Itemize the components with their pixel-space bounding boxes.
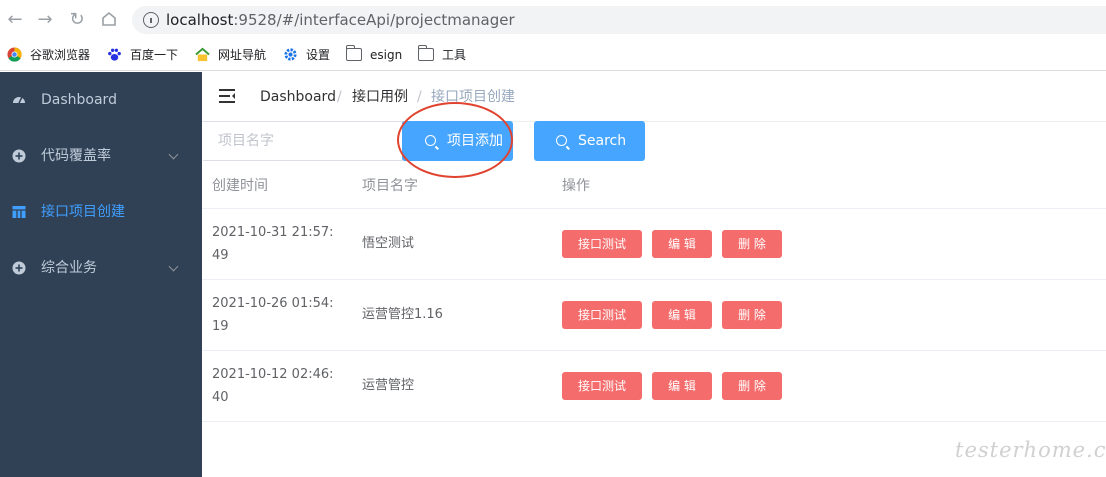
bookmarks-bar: 谷歌浏览器 百度一下 网址导航 设置 esign 工具 (0, 40, 1106, 71)
sidebar-item-business[interactable]: 综合业务 (0, 240, 202, 296)
circle-plus-icon (12, 149, 26, 163)
edit-button[interactable]: 编 辑 (652, 372, 712, 400)
sidebar: Dashboard 代码覆盖率 接口项目创建 综合业务 (0, 72, 202, 477)
interface-test-button[interactable]: 接口测试 (562, 301, 642, 329)
delete-button[interactable]: 删 除 (722, 372, 782, 400)
created-time: 2021-10-26 01:54:19 (212, 296, 334, 334)
column-header-name: 项目名字 (362, 178, 418, 194)
search-button[interactable]: Search (534, 121, 645, 161)
address-bar[interactable]: localhost:9528/#/interfaceApi/projectman… (132, 6, 1106, 34)
sidebar-item-project-create[interactable]: 接口项目创建 (0, 184, 202, 240)
chevron-down-icon (168, 261, 179, 272)
created-time: 2021-10-31 21:57:49 (212, 225, 334, 263)
sidebar-item-label: 接口项目创建 (41, 204, 125, 220)
project-name: 悟空测试 (362, 236, 415, 251)
bookmark-esign[interactable]: esign (345, 45, 402, 64)
forward-icon[interactable]: → (35, 10, 55, 30)
baidu-paw-icon (108, 48, 121, 61)
column-header-actions: 操作 (562, 178, 590, 194)
sidebar-item-dashboard[interactable]: Dashboard (0, 72, 202, 128)
circle-plus-icon (12, 261, 26, 275)
folder-icon (345, 45, 362, 61)
back-icon[interactable]: ← (5, 10, 25, 30)
project-name: 运营管控1.16 (362, 307, 443, 322)
search-icon (425, 135, 436, 146)
bookmark-settings[interactable]: 设置 (283, 46, 330, 64)
edit-button[interactable]: 编 辑 (652, 230, 712, 258)
delete-button[interactable]: 删 除 (722, 301, 782, 329)
sidebar-item-coverage[interactable]: 代码覆盖率 (0, 128, 202, 184)
project-name-input[interactable] (203, 121, 403, 161)
breadcrumb-interface-cases[interactable]: 接口用例 (352, 87, 408, 107)
chevron-down-icon (168, 149, 179, 160)
info-icon[interactable] (143, 12, 159, 28)
house-2345-icon (195, 47, 210, 62)
navbar: Dashboard / 接口用例 / 接口项目创建 (202, 72, 1106, 122)
bookmark-2345[interactable]: 网址导航 (195, 46, 266, 64)
add-project-button[interactable]: 项目添加 (402, 121, 513, 161)
chrome-icon (7, 47, 22, 62)
reload-icon[interactable]: ↻ (67, 10, 87, 30)
search-icon (556, 135, 567, 146)
gear-icon (284, 48, 297, 61)
breadcrumb-current: 接口项目创建 (431, 89, 515, 105)
home-icon[interactable] (99, 10, 119, 30)
interface-test-button[interactable]: 接口测试 (562, 372, 642, 400)
url-path: :9528/#/interfaceApi/projectmanager (233, 11, 515, 29)
interface-test-button[interactable]: 接口测试 (562, 230, 642, 258)
breadcrumb-dashboard[interactable]: Dashboard (260, 87, 336, 107)
sidebar-item-label: 综合业务 (41, 260, 97, 276)
browser-toolbar: ← → ↻ localhost:9528/#/interfaceApi/proj… (0, 0, 1106, 40)
watermark: testerhome.com (955, 438, 1106, 462)
bookmark-chrome[interactable]: 谷歌浏览器 (7, 46, 90, 64)
hamburger-icon[interactable] (219, 89, 235, 103)
delete-button[interactable]: 删 除 (722, 230, 782, 258)
edit-button[interactable]: 编 辑 (652, 301, 712, 329)
folder-icon (417, 45, 434, 61)
sidebar-item-label: 代码覆盖率 (41, 148, 111, 164)
table-icon (12, 206, 26, 218)
column-header-created: 创建时间 (212, 178, 268, 194)
created-time: 2021-10-12 02:46:40 (212, 367, 334, 405)
url-host: localhost (166, 11, 234, 29)
bookmark-baidu[interactable]: 百度一下 (107, 46, 178, 64)
bookmark-tools[interactable]: 工具 (417, 45, 466, 64)
sidebar-item-label: Dashboard (41, 92, 117, 108)
project-name: 运营管控 (362, 378, 415, 393)
dashboard-icon (13, 96, 25, 104)
